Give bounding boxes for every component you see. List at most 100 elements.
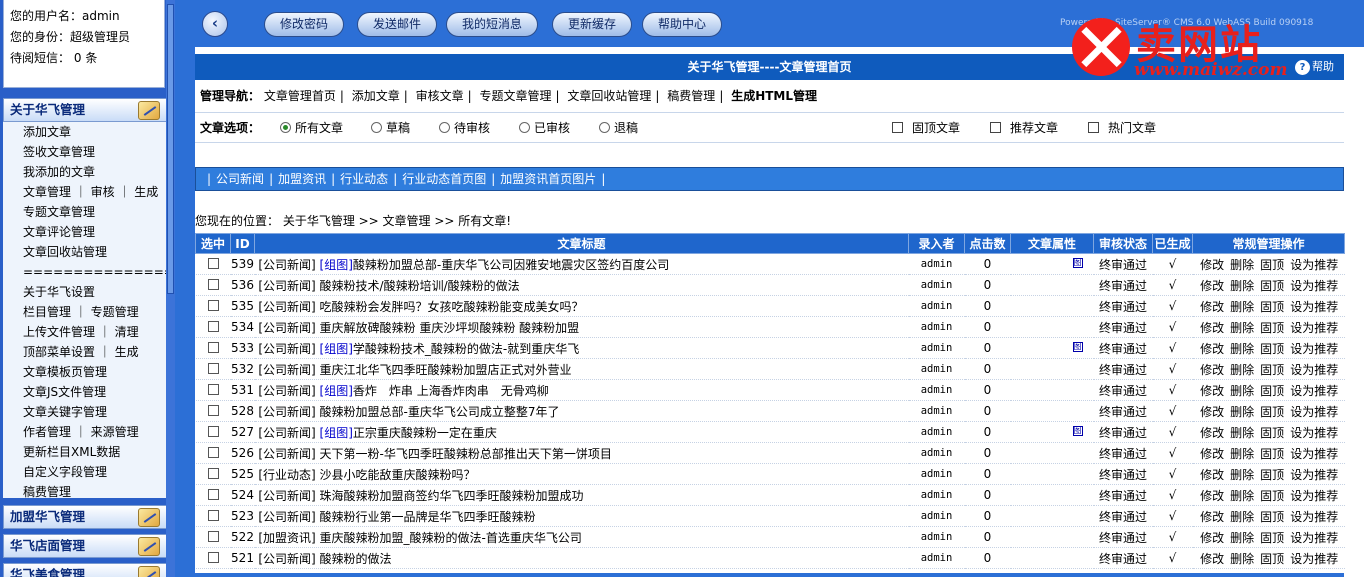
sidebar-menu-item[interactable]: 更新栏目XML数据 [3,442,169,462]
edit-link[interactable]: 修改 [1200,468,1224,482]
radio-rejected[interactable]: 退稿 [599,113,638,143]
sidebar-section-franchise[interactable]: 加盟华飞管理 [3,505,169,529]
article-title-link[interactable]: 天下第一粉-华飞四季旺酸辣粉总部推出天下第一饼项目 [320,447,612,461]
radio-pending[interactable]: 待审核 [439,113,490,143]
radio-draft[interactable]: 草稿 [371,113,410,143]
edit-link[interactable]: 修改 [1200,384,1224,398]
delete-link[interactable]: 删除 [1230,321,1254,335]
article-title-link[interactable]: 酸辣粉加盟总部-重庆华飞公司因雅安地震灾区签约百度公司 [353,258,669,272]
article-category[interactable]: [公司新闻] [258,384,315,398]
sidebar-menu-item[interactable]: 顶部菜单设置 ｜ 生成 [3,342,169,362]
delete-link[interactable]: 删除 [1230,489,1254,503]
pin-link[interactable]: 固顶 [1260,489,1284,503]
edit-link[interactable]: 修改 [1200,300,1224,314]
pin-link[interactable]: 固顶 [1260,342,1284,356]
article-title-link[interactable]: 酸辣粉加盟总部-重庆华飞公司成立整整7年了 [320,405,560,419]
article-title-link[interactable]: 重庆解放碑酸辣粉 重庆沙坪坝酸辣粉 酸辣粉加盟 [320,321,580,335]
delete-link[interactable]: 删除 [1230,468,1254,482]
send-email-button[interactable]: 发送邮件 [357,12,437,37]
pin-link[interactable]: 固顶 [1260,405,1284,419]
recommend-link[interactable]: 设为推荐 [1290,531,1338,545]
back-button[interactable]: ‹ [202,11,228,37]
article-title-link[interactable]: 重庆酸辣粉加盟_酸辣粉的做法-首选重庆华飞公司 [320,531,582,545]
recommend-link[interactable]: 设为推荐 [1290,510,1338,524]
recommend-link[interactable]: 设为推荐 [1290,258,1338,272]
sidebar-section-huafei-admin[interactable]: 关于华飞管理 [3,98,169,122]
sidebar-menu-item[interactable]: 文章关键字管理 [3,402,169,422]
delete-link[interactable]: 删除 [1230,258,1254,272]
pin-link[interactable]: 固顶 [1260,321,1284,335]
edit-link[interactable]: 修改 [1200,342,1224,356]
row-checkbox[interactable] [207,552,219,563]
edit-link[interactable]: 修改 [1200,321,1224,335]
sidebar-menu-item[interactable]: 签收文章管理 [3,142,169,162]
row-checkbox[interactable] [207,510,219,521]
edit-link[interactable]: 修改 [1200,279,1224,293]
article-title-link[interactable]: 酸辣粉行业第一品牌是华飞四季旺酸辣粉 [320,510,536,524]
pin-link[interactable]: 固顶 [1260,531,1284,545]
article-category[interactable]: [公司新闻] [258,426,315,440]
sidebar-menu-item[interactable]: 文章评论管理 [3,222,169,242]
edit-link[interactable]: 修改 [1200,531,1224,545]
article-category[interactable]: [公司新闻] [258,363,315,377]
article-title-link[interactable]: 重庆江北华飞四季旺酸辣粉加盟店正式对外营业 [320,363,572,377]
recommend-link[interactable]: 设为推荐 [1290,363,1338,377]
pending-messages[interactable]: 待阅短信： 0 条 [10,48,164,69]
edit-link[interactable]: 修改 [1200,489,1224,503]
sidebar-menu-item[interactable]: 作者管理 ｜ 来源管理 [3,422,169,442]
recommend-link[interactable]: 设为推荐 [1290,300,1338,314]
article-category[interactable]: [公司新闻] [258,552,315,566]
recommend-link[interactable]: 设为推荐 [1290,384,1338,398]
recommend-link[interactable]: 设为推荐 [1290,552,1338,566]
row-checkbox[interactable] [207,279,219,290]
edit-link[interactable]: 修改 [1200,426,1224,440]
pin-link[interactable]: 固顶 [1260,279,1284,293]
sidebar-menu-item[interactable]: 稿费管理 [3,482,169,502]
delete-link[interactable]: 删除 [1230,531,1254,545]
category-link[interactable]: 加盟资讯 [278,172,326,186]
nav-link-fee-management[interactable]: 稿费管理 [667,89,715,103]
delete-link[interactable]: 删除 [1230,342,1254,356]
sidebar-scrollbar[interactable] [166,0,175,577]
category-link[interactable]: 行业动态 [340,172,388,186]
horizontal-scrollbar[interactable] [195,573,1344,577]
row-checkbox[interactable] [207,342,219,353]
my-messages-button[interactable]: 我的短消息 [446,12,538,37]
sidebar-section-stores[interactable]: 华飞店面管理 [3,534,169,558]
radio-approved[interactable]: 已审核 [519,113,570,143]
edit-link[interactable]: 修改 [1200,510,1224,524]
row-checkbox[interactable] [207,258,219,269]
nav-link-article-home[interactable]: 文章管理首页 [264,89,336,103]
article-title-link[interactable]: 珠海酸辣粉加盟商签约华飞四季旺酸辣粉加盟成功 [320,489,584,503]
sidebar-menu-item[interactable]: 文章模板页管理 [3,362,169,382]
row-checkbox[interactable] [207,300,219,311]
row-checkbox[interactable] [207,447,219,458]
pin-link[interactable]: 固顶 [1260,363,1284,377]
delete-link[interactable]: 删除 [1230,426,1254,440]
update-cache-button[interactable]: 更新缓存 [552,12,632,37]
recommend-link[interactable]: 设为推荐 [1290,342,1338,356]
article-title-link[interactable]: 吃酸辣粉会发胖吗？女孩吃酸辣粉能变成美女吗？ [320,300,584,314]
recommend-link[interactable]: 设为推荐 [1290,405,1338,419]
row-checkbox[interactable] [207,426,219,437]
delete-link[interactable]: 删除 [1230,405,1254,419]
sidebar-menu-item[interactable]: 专题文章管理 [3,202,169,222]
delete-link[interactable]: 删除 [1230,384,1254,398]
delete-link[interactable]: 删除 [1230,363,1254,377]
article-title-link[interactable]: 香炸 炸串 上海香炸肉串 无骨鸡柳 [353,384,549,398]
recommend-link[interactable]: 设为推荐 [1290,489,1338,503]
article-title-link[interactable]: 酸辣粉的做法 [320,552,392,566]
article-category[interactable]: [公司新闻] [258,405,315,419]
nav-link-recycle-bin[interactable]: 文章回收站管理 [567,89,651,103]
row-checkbox[interactable] [207,489,219,500]
sidebar-menu-item[interactable]: 添加文章 [3,122,169,142]
row-checkbox[interactable] [207,531,219,542]
article-title-link[interactable]: 沙县小吃能敌重庆酸辣粉吗？ [320,468,476,482]
edit-link[interactable]: 修改 [1200,363,1224,377]
change-password-button[interactable]: 修改密码 [264,12,344,37]
delete-link[interactable]: 删除 [1230,447,1254,461]
pin-link[interactable]: 固顶 [1260,426,1284,440]
sidebar-menu-item[interactable]: 文章JS文件管理 [3,382,169,402]
pin-link[interactable]: 固顶 [1260,510,1284,524]
edit-link[interactable]: 修改 [1200,405,1224,419]
